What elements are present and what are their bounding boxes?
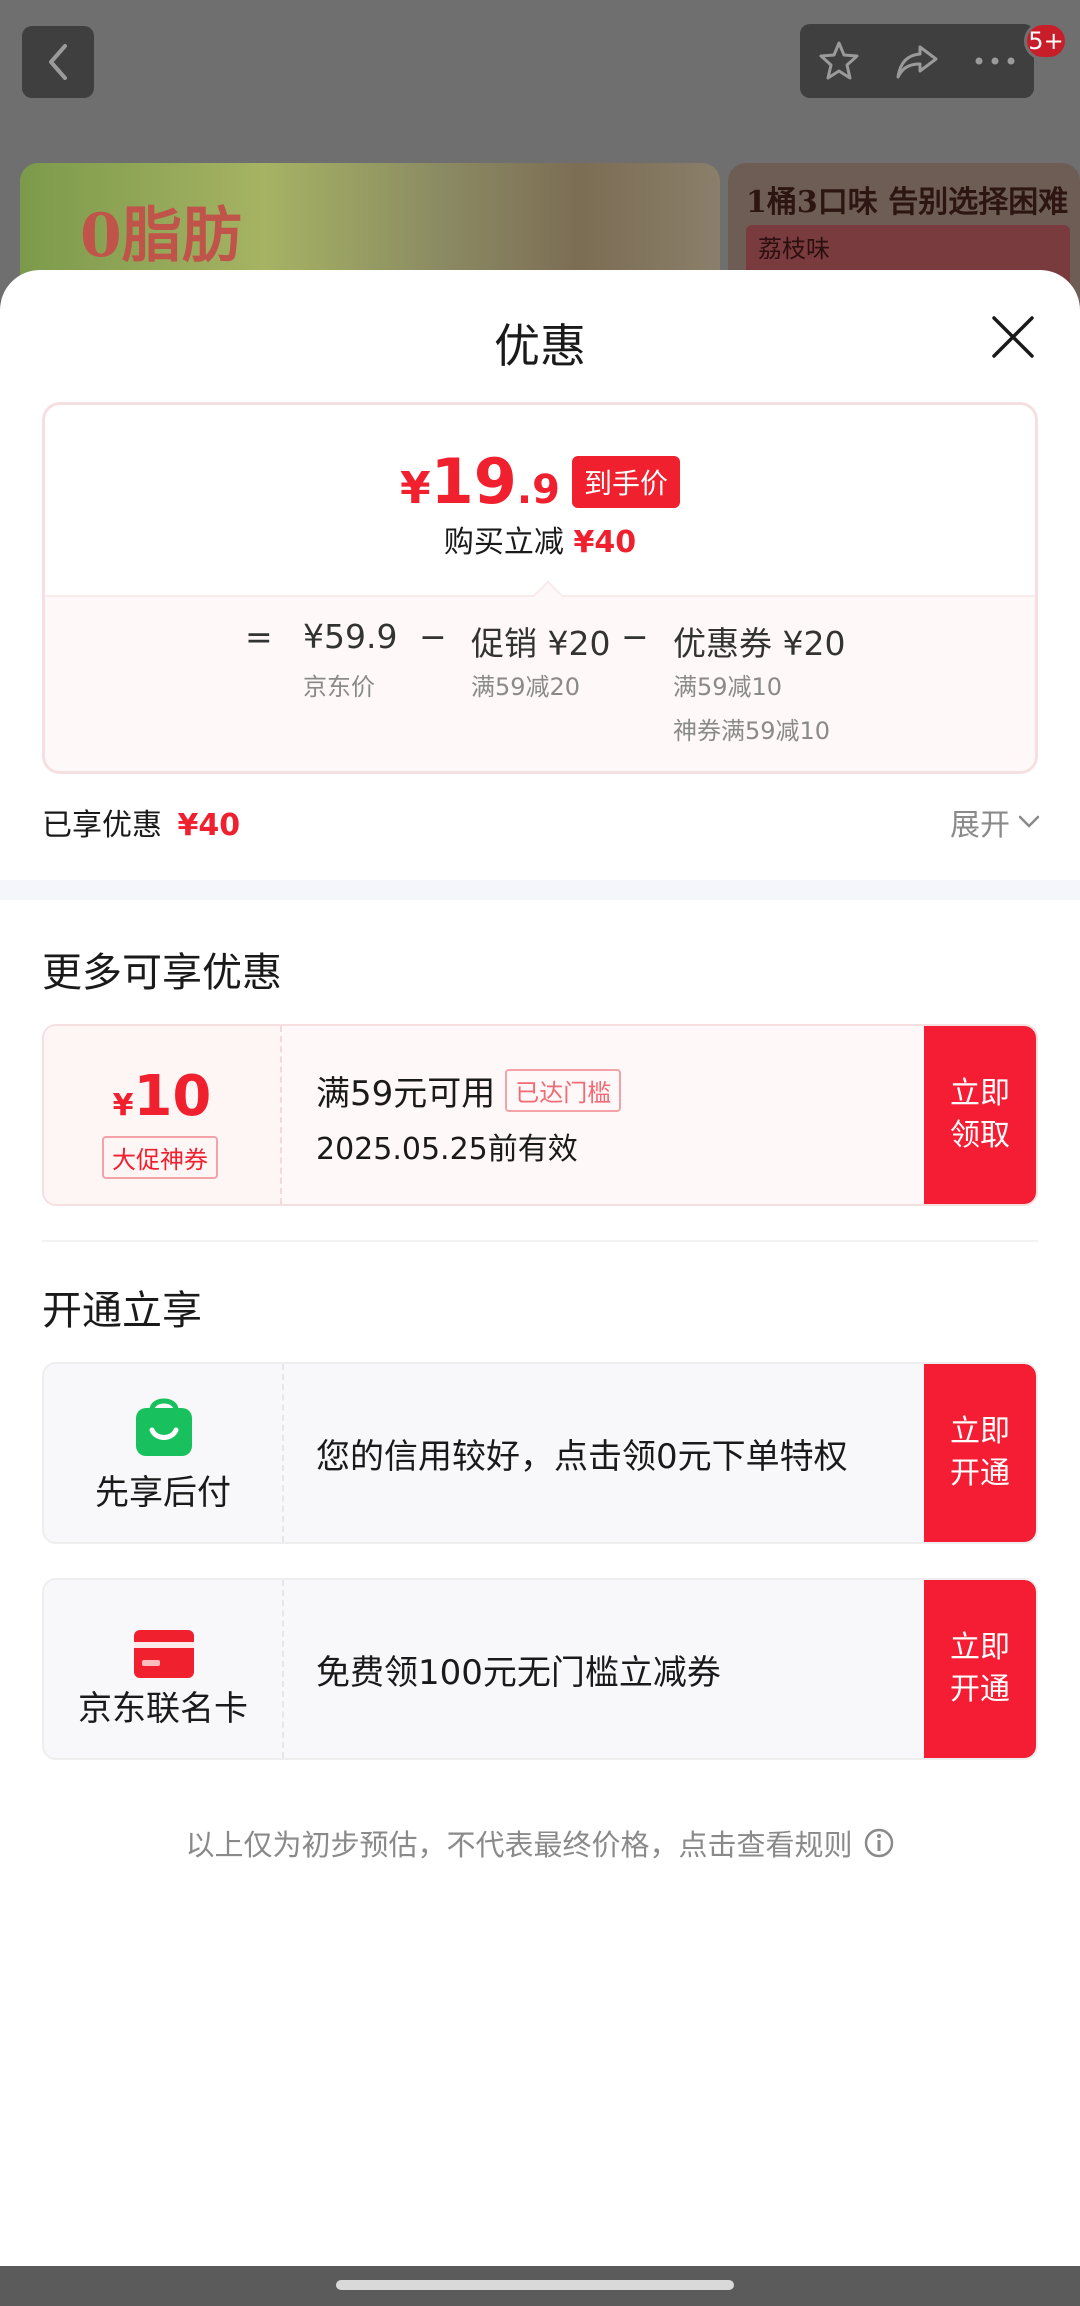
open-button-line1: 立即 [950, 1630, 1010, 1665]
back-button[interactable] [22, 26, 94, 98]
top-actions [800, 24, 1034, 98]
more-discounts-title: 更多可享优惠 [42, 950, 282, 996]
minus-sign: − [419, 617, 447, 656]
instant-discount-value: ¥40 [573, 525, 637, 560]
chevron-down-icon [1018, 815, 1040, 828]
price-integer: 19 [430, 445, 517, 518]
equals-sign: = [245, 617, 273, 656]
price-summary: ¥ 19 .9 到手价 购买立减 ¥40 [45, 405, 1035, 595]
discount-sheet: 优惠 ¥ 19 .9 到手价 购买立减 ¥40 = ¥59.9 京东价 − 促销… [0, 270, 1080, 2266]
info-icon [864, 1828, 893, 1858]
claim-button-line2: 领取 [950, 1118, 1010, 1153]
divider [42, 1240, 1038, 1242]
co-branded-text: 免费领100元无门槛立减券 [316, 1652, 721, 1693]
open-co-branded-button[interactable]: 立即 开通 [924, 1580, 1036, 1758]
pay-later-text: 您的信用较好，点击领0元下单特权 [316, 1436, 848, 1477]
instant-discount-label: 购买立减 [443, 525, 564, 560]
base-price-label: 京东价 [303, 673, 375, 701]
pay-later-label: 先享后付 [95, 1473, 231, 1513]
co-branded-card: 京东联名卡 免费领100元无门槛立减券 立即 开通 [42, 1578, 1038, 1760]
final-price-tag: 到手价 [571, 456, 680, 508]
coupon-value: 优惠券 ¥20 [673, 624, 846, 663]
system-nav-bar [0, 2266, 1080, 2306]
price-breakdown: = ¥59.9 京东价 − 促销 ¥20 满59减20 − 优惠券 ¥20 满5… [45, 595, 1035, 771]
home-indicator[interactable] [336, 2280, 734, 2290]
background-product-page: 5+ 0脂肪 1桶3口味 告别选择困难 荔枝味 [0, 0, 1080, 313]
promo-value: 促销 ¥20 [471, 624, 611, 663]
coupon-yen: ¥ [112, 1088, 134, 1123]
pay-later-card: 先享后付 您的信用较好，点击领0元下单特权 立即 开通 [42, 1362, 1038, 1544]
coupon-label-2: 神券满59减10 [673, 717, 831, 745]
coupon-amount: ¥10 [44, 1064, 280, 1129]
price-card: ¥ 19 .9 到手价 购买立减 ¥40 = ¥59.9 京东价 − 促销 ¥2… [42, 402, 1038, 774]
coupon-type-tag: 大促神券 [102, 1136, 218, 1179]
open-button-line2: 开通 [950, 1672, 1010, 1707]
sheet-title: 优惠 [494, 319, 586, 373]
coupon-valid-date: 2025.05.25前有效 [316, 1132, 578, 1167]
rules-note-text: 以上仅为初步预估，不代表最终价格，点击查看规则 [185, 1828, 853, 1862]
notification-badge: 5+ [1024, 22, 1068, 60]
close-icon[interactable] [990, 314, 1036, 360]
coupon-amount-value: 10 [133, 1064, 212, 1129]
more-icon[interactable] [973, 55, 1017, 67]
banner-right-sub: 荔枝味 [758, 235, 830, 263]
coupon-label: 满59减10 [673, 673, 783, 701]
final-price: ¥ 19 .9 到手价 [45, 445, 1035, 518]
share-icon[interactable] [894, 39, 940, 83]
coupon-card: ¥10 大促神券 满59元可用 已达门槛 2025.05.25前有效 立即 领取 [42, 1024, 1038, 1206]
star-icon[interactable] [817, 39, 861, 83]
pay-later-panel: 先享后付 [44, 1364, 284, 1542]
coupon-amount-panel: ¥10 大促神券 [44, 1026, 282, 1204]
chevron-left-icon [49, 44, 67, 80]
banner-right-title: 1桶3口味 告别选择困难 [746, 185, 1069, 220]
rules-note[interactable]: 以上仅为初步预估，不代表最终价格，点击查看规则 [0, 1822, 1080, 1864]
enjoyed-label: 已享优惠 [42, 808, 162, 843]
expand-button[interactable]: 展开 [950, 800, 1040, 844]
claim-coupon-button[interactable]: 立即 领取 [924, 1026, 1036, 1204]
credit-card-icon [134, 1630, 194, 1678]
expand-label: 展开 [950, 808, 1010, 843]
open-benefits-title: 开通立享 [42, 1288, 202, 1334]
reached-threshold-tag: 已达门槛 [505, 1069, 622, 1112]
price-decimal: .9 [516, 467, 560, 513]
base-price-value: ¥59.9 [303, 617, 398, 656]
shopping-bag-icon [136, 1398, 192, 1456]
co-branded-label: 京东联名卡 [78, 1689, 248, 1729]
enjoyed-discount: 已享优惠 ¥40 [42, 800, 240, 844]
instant-discount: 购买立减 ¥40 [45, 517, 1035, 561]
open-button-line1: 立即 [950, 1414, 1010, 1449]
co-branded-panel: 京东联名卡 [44, 1580, 284, 1758]
minus-sign: − [621, 617, 649, 656]
price-yen: ¥ [400, 463, 431, 514]
claim-button-line1: 立即 [950, 1076, 1010, 1111]
banner-left-text: 0脂肪 [80, 201, 242, 271]
open-pay-later-button[interactable]: 立即 开通 [924, 1364, 1036, 1542]
open-button-line2: 开通 [950, 1456, 1010, 1491]
coupon-condition: 满59元可用 已达门槛 [316, 1066, 622, 1115]
promo-label: 满59减20 [471, 673, 581, 701]
section-divider [0, 880, 1080, 900]
enjoyed-value: ¥40 [177, 808, 241, 843]
coupon-condition-text: 满59元可用 [316, 1074, 496, 1114]
